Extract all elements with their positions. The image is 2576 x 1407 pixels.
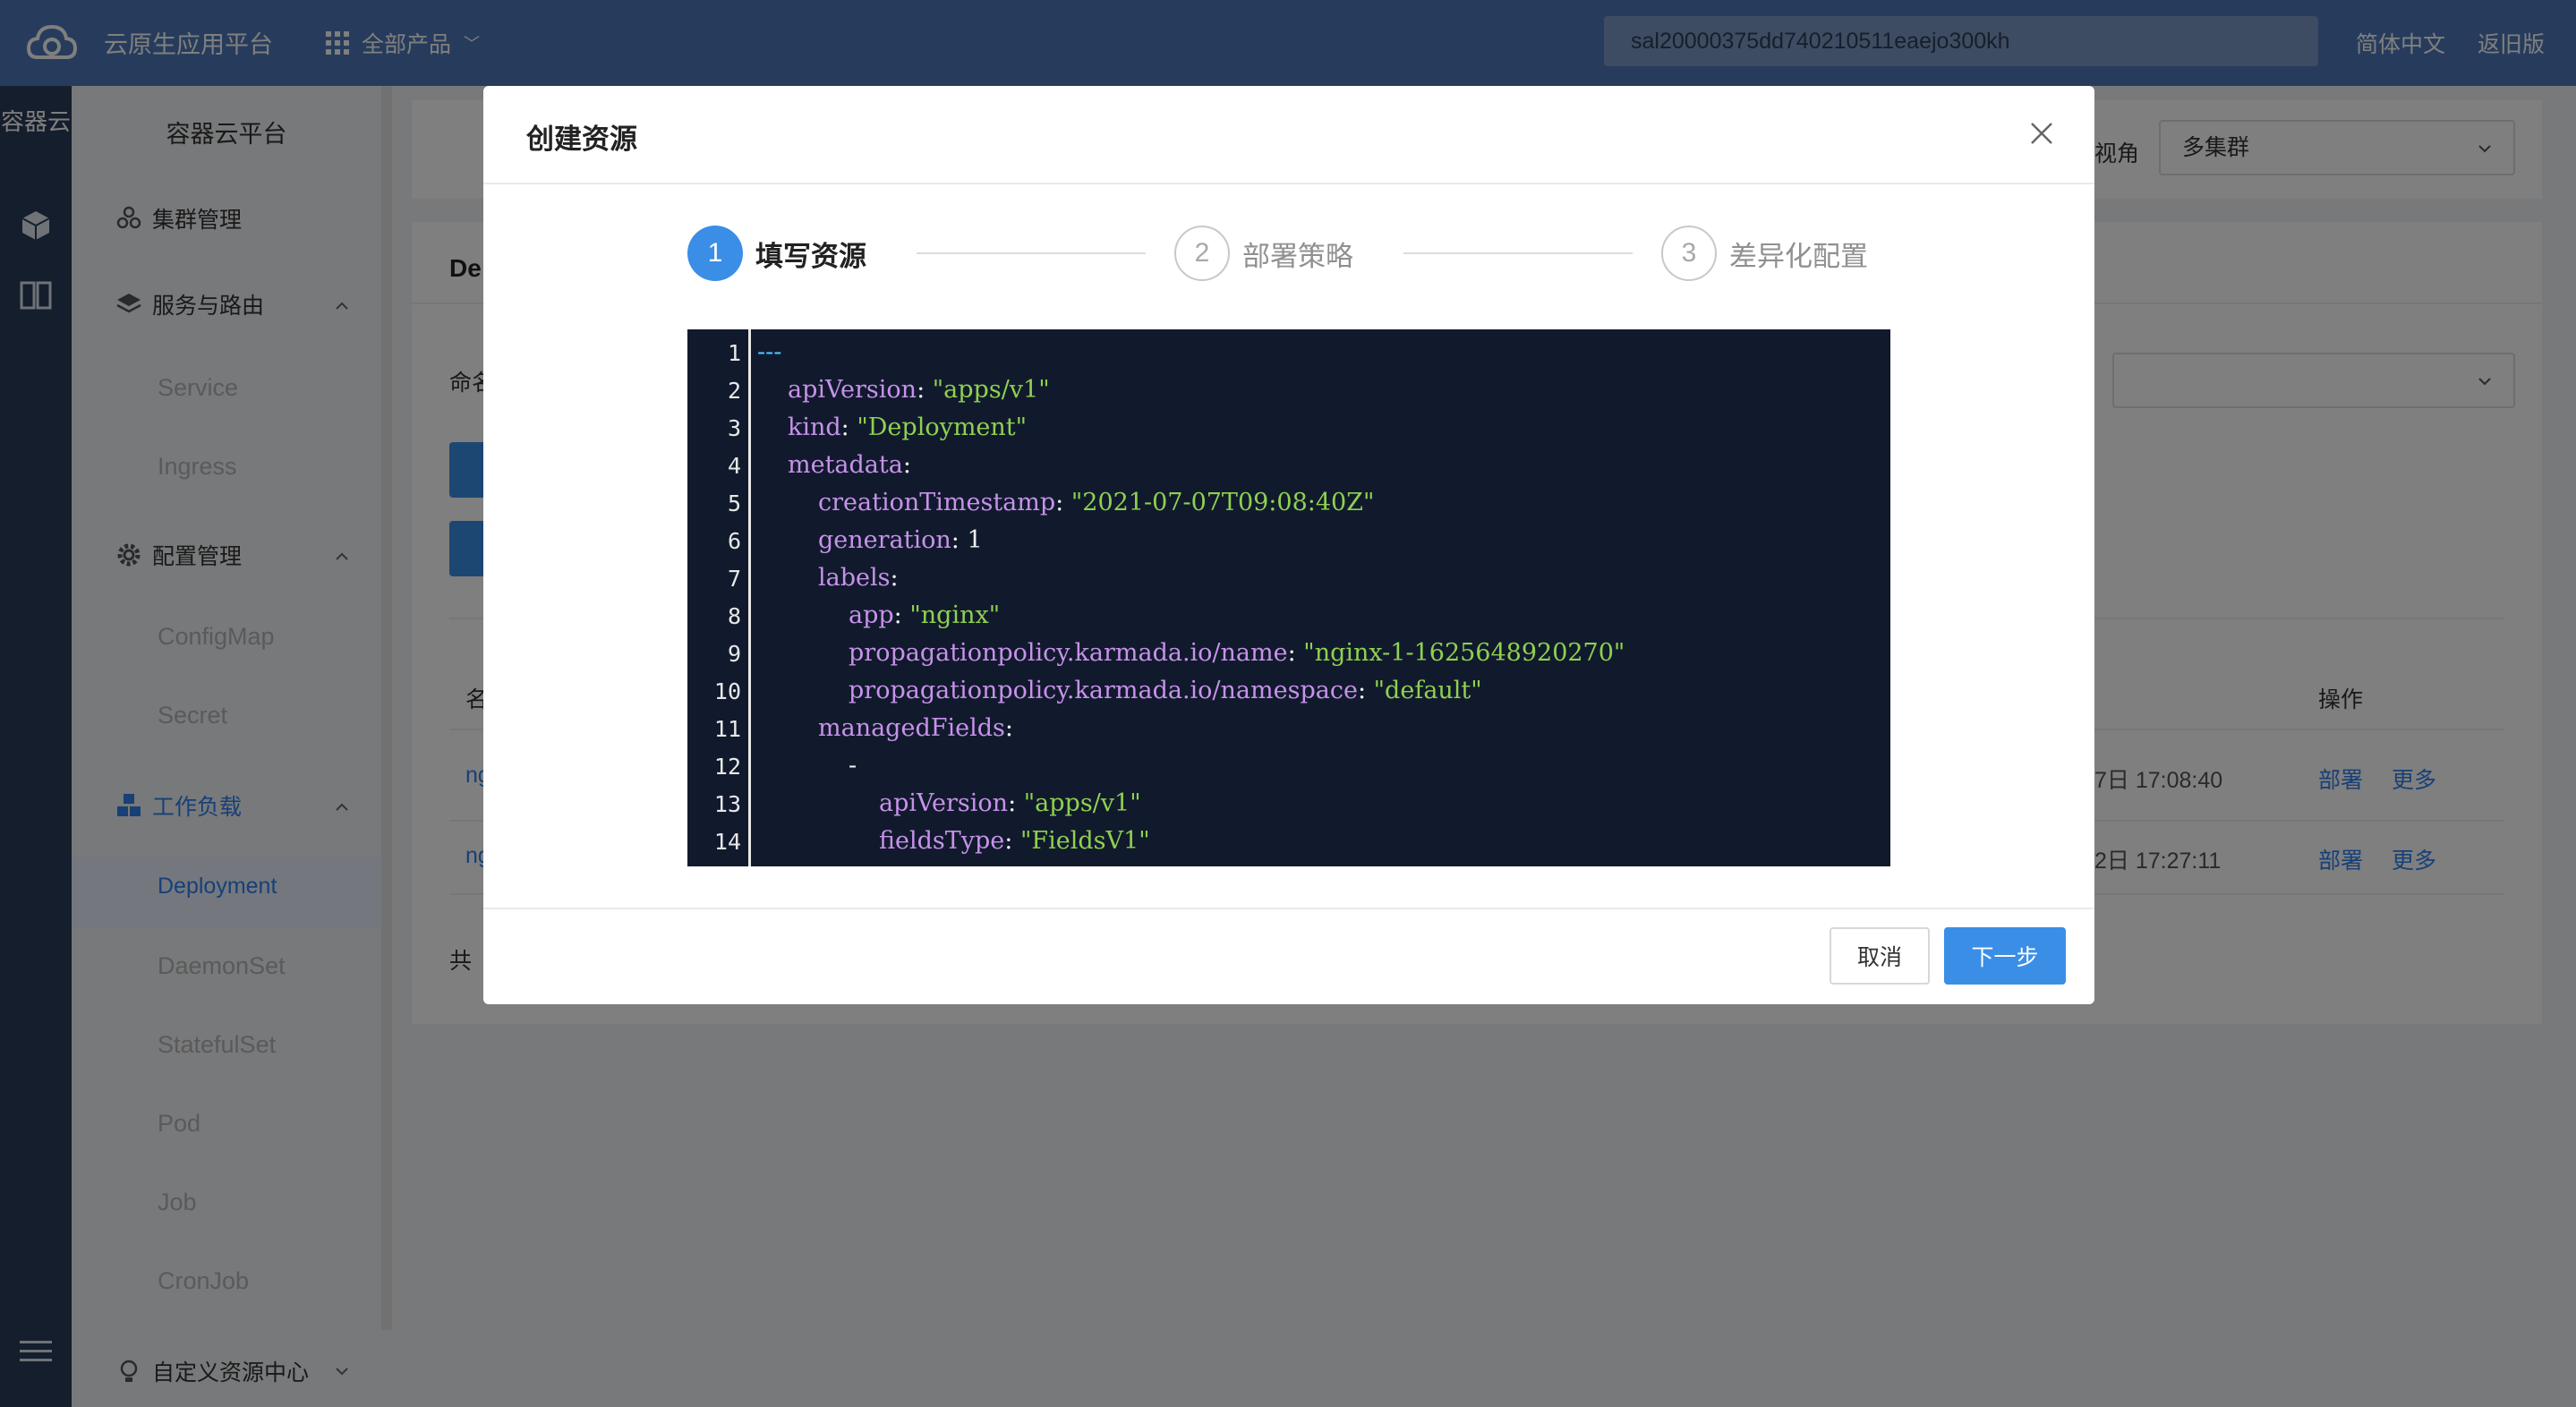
code-line: app: "nginx"	[849, 601, 1001, 629]
code-value: 1	[967, 526, 983, 554]
code-token: -	[849, 752, 857, 780]
code-line: ---	[757, 338, 781, 366]
yaml-editor[interactable]: 1 2 3 4 5 6 7 8 9 10 11 12 13 14 --- api…	[687, 329, 1890, 866]
code-key: fieldsType	[879, 827, 1005, 855]
code-key: propagationpolicy.karmada.io/namespace	[849, 677, 1358, 704]
line-number: 1	[727, 340, 741, 366]
step-number: 1	[687, 226, 743, 281]
step-fill-resource[interactable]: 1 填写资源	[687, 226, 866, 281]
line-number: 4	[727, 453, 741, 479]
step-deploy-policy[interactable]: 2 部署策略	[1174, 226, 1353, 281]
code-value: "Deployment"	[857, 414, 1028, 441]
code-token: ---	[757, 338, 782, 366]
dialog-header: 创建资源	[483, 86, 2094, 184]
code-line: kind: "Deployment"	[788, 414, 1028, 441]
code-key: labels	[818, 564, 891, 592]
code-value: "nginx"	[909, 601, 1001, 629]
cancel-button[interactable]: 取消	[1830, 927, 1930, 985]
line-number: 10	[713, 678, 741, 704]
line-number: 7	[727, 566, 741, 592]
line-number: 12	[713, 754, 741, 780]
code-key: apiVersion	[879, 789, 1009, 817]
code-value: "apps/v1"	[1023, 789, 1141, 817]
code-value: "FieldsV1"	[1019, 827, 1150, 855]
code-line: labels:	[818, 564, 899, 592]
line-number: 5	[727, 490, 741, 516]
dialog-title: 创建资源	[526, 124, 637, 155]
line-number-gutter: 1 2 3 4 5 6 7 8 9 10 11 12 13 14	[687, 329, 751, 866]
line-number: 13	[713, 791, 741, 817]
close-icon[interactable]	[2028, 120, 2055, 147]
code-value: "2021-07-07T09:08:40Z"	[1070, 489, 1375, 516]
next-step-button[interactable]: 下一步	[1944, 927, 2066, 985]
code-key: apiVersion	[788, 376, 917, 404]
code-key: creationTimestamp	[818, 489, 1056, 516]
code-value: "apps/v1"	[932, 376, 1050, 404]
code-key: managedFields	[818, 714, 1005, 742]
code-key: metadata	[788, 451, 903, 479]
code-line: apiVersion: "apps/v1"	[879, 789, 1141, 817]
line-number: 9	[727, 641, 741, 667]
step-connector	[917, 252, 1146, 254]
code-value: "default"	[1373, 677, 1482, 704]
line-number: 8	[727, 603, 741, 629]
code-line: metadata:	[788, 451, 911, 479]
code-line: -	[757, 752, 857, 780]
line-number: 6	[727, 528, 741, 554]
create-resource-dialog: 创建资源 1 填写资源 2 部署策略 3 差异化配置 1 2 3 4 5 6 7…	[483, 86, 2094, 1004]
step-override-config[interactable]: 3 差异化配置	[1661, 226, 1868, 281]
code-line: creationTimestamp: "2021-07-07T09:08:40Z…	[818, 489, 1375, 516]
step-connector	[1403, 252, 1633, 254]
step-number: 2	[1174, 226, 1230, 281]
step-label: 部署策略	[1242, 240, 1353, 272]
line-number: 3	[727, 415, 741, 441]
code-key: kind	[788, 414, 841, 441]
code-key: app	[849, 601, 894, 629]
code-key: generation	[818, 526, 951, 554]
code-line: generation: 1	[818, 526, 983, 554]
code-line: fieldsType: "FieldsV1"	[879, 827, 1150, 855]
step-label: 差异化配置	[1729, 240, 1868, 272]
step-label: 填写资源	[755, 240, 866, 272]
step-number: 3	[1661, 226, 1717, 281]
code-value: "nginx-1-1625648920270"	[1303, 639, 1625, 667]
code-line: propagationpolicy.karmada.io/name: "ngin…	[849, 639, 1625, 667]
code-line: propagationpolicy.karmada.io/namespace: …	[849, 677, 1482, 704]
line-number: 14	[713, 829, 741, 855]
line-number: 11	[713, 716, 741, 742]
code-line: apiVersion: "apps/v1"	[788, 376, 1050, 404]
code-key: propagationpolicy.karmada.io/name	[849, 639, 1288, 667]
line-number: 2	[727, 378, 741, 404]
code-line: managedFields:	[818, 714, 1013, 742]
